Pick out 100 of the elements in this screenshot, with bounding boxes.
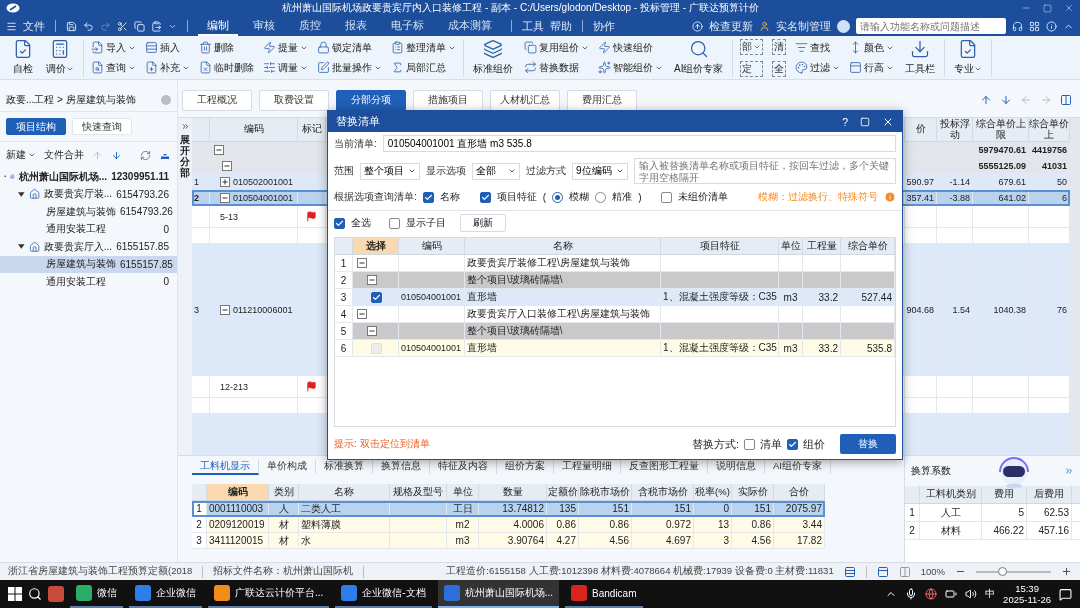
column-header: 标记	[298, 118, 326, 141]
table-cell: 010502001001	[233, 176, 294, 187]
table-cell: 政要贵宾厅装修工程\房屋建筑与装饰	[467, 256, 630, 270]
tree-label: 通用安装工程	[46, 222, 107, 237]
table-cell: 整个项目\玻璃砖隔墙\	[467, 324, 563, 338]
table-cell: 010504001001	[401, 343, 462, 353]
table-cell: 3	[723, 535, 729, 546]
table-cell: 0001110003	[209, 503, 264, 514]
table-cell: 12-213	[220, 381, 249, 392]
column-header: 单位	[779, 238, 803, 254]
field-label: 显示选项	[426, 164, 466, 178]
tree-value: 6155157.85	[120, 258, 173, 270]
column-header: 规格及型号	[390, 484, 447, 500]
tree-label: 房屋建筑与装饰	[46, 204, 116, 219]
table-cell: 457.16	[1038, 525, 1069, 536]
column-header: 名称	[465, 238, 661, 254]
table-cell: 151	[674, 503, 691, 514]
table-cell: 41031	[1041, 160, 1067, 171]
dialog-title: 替换清单	[336, 114, 381, 129]
table-cell: 5	[1018, 507, 1024, 518]
table-cell: 材	[278, 533, 289, 548]
column-header: 投标浮动	[937, 118, 973, 141]
row-number: 2	[194, 192, 199, 203]
field-label: 当前清单:	[334, 136, 377, 151]
table-cell: 50	[1057, 176, 1067, 187]
status-text: 工程造价:6155158 人工费:1012398 材料费:4078664 机械费:17939 设备费:0 主材费:11831	[446, 565, 834, 578]
breadcrumb: 政要...工程 > 房屋建筑与装饰	[6, 92, 136, 107]
table-cell: m3	[783, 342, 798, 354]
tree-label: 通用安装工程	[46, 274, 107, 289]
column-header: 除税市场价	[579, 484, 632, 500]
table-cell: 1.54	[952, 304, 970, 315]
table-cell: 151	[754, 503, 771, 514]
row-number: 2	[196, 519, 202, 530]
table-cell: 33.2	[818, 291, 838, 303]
column-header: 工料机类别	[920, 486, 982, 503]
row-number: 1	[194, 176, 199, 187]
column-header: 编码	[399, 238, 465, 254]
table-cell: 0	[723, 503, 729, 514]
table-cell: 4.0006	[513, 519, 544, 530]
table-cell: 33.2	[818, 342, 838, 354]
status-text: 浙江省房屋建筑与装饰工程预算定额(2018	[8, 565, 193, 578]
row-number: 1	[340, 257, 347, 269]
checkbox-label: 未组价清单	[678, 190, 729, 204]
table-cell: m2	[455, 519, 470, 530]
row-number: 5	[340, 325, 347, 337]
checkbox-label: 全选	[351, 216, 371, 230]
table-cell: 5979470.61	[978, 144, 1026, 155]
table-cell: 4.697	[665, 535, 691, 546]
tree-value: 6154793.26	[116, 188, 169, 200]
tree-label: 房屋建筑与装饰	[46, 257, 116, 272]
tree-label: 政要贵宾厅入...	[43, 239, 113, 254]
table-cell: 3.90764	[507, 535, 544, 546]
column-header: 项目特征	[661, 238, 779, 254]
column-header: 名称	[299, 484, 390, 500]
table-cell: 6	[1062, 192, 1067, 203]
table-cell: 3.44	[802, 519, 822, 530]
column-header: 后费用	[1027, 486, 1072, 503]
tree-label: 杭州萧山国际机场...	[18, 169, 108, 184]
table-cell: 135	[559, 503, 576, 514]
table-cell: 151	[612, 503, 629, 514]
column-header: 单位	[447, 484, 479, 500]
table-cell: 0.86	[751, 519, 771, 530]
table-cell: 2075.97	[785, 503, 822, 514]
table-cell: 0.86	[609, 519, 629, 530]
bracket: )	[638, 191, 642, 203]
zoom-label: 100%	[920, 566, 945, 577]
column-header: 综合单价	[841, 238, 895, 254]
tip-text: 提示: 双击定位到清单	[334, 437, 431, 451]
table-cell: 010504001001	[401, 292, 462, 302]
column-header: 定额价	[547, 484, 579, 500]
tree-value: 6154793.26	[120, 206, 173, 218]
window-title: 杭州萧山国际机场政要贵宾厅内入口装修工程 - 副本 - C:/Users/glodon/Desktop - 投标管理 - 广联达预算计价	[281, 1, 760, 15]
tree-value: 0	[163, 276, 169, 288]
table-cell: 4.56	[609, 535, 629, 546]
table-cell: 0209120019	[209, 519, 265, 530]
table-cell: 590.97	[906, 176, 934, 187]
column-header: 价	[905, 118, 937, 141]
table-cell: 二类人工	[301, 501, 341, 516]
radio-label: 精准	[612, 190, 633, 204]
checkbox-label: 显示子目	[406, 216, 446, 230]
table-cell: 政要贵宾厅入口装修工程\房屋建筑与装饰	[467, 307, 650, 321]
field-label: 过滤方式	[526, 164, 566, 178]
column-header: 合价	[774, 484, 825, 500]
table-cell: 材	[278, 517, 289, 532]
table-cell: 010504001001	[233, 192, 294, 203]
column-header: 数量	[479, 484, 547, 500]
field-label: 替换方式:	[691, 436, 739, 452]
side-label: 展开分部	[180, 134, 190, 178]
column-header: 工程量	[803, 238, 841, 254]
panel-title: 换算系数	[911, 464, 951, 478]
tree-value: 0	[163, 223, 169, 235]
status-text: 招标文件名称：杭州萧山国际机	[213, 565, 354, 578]
table-cell: 工日	[452, 501, 473, 516]
table-cell: -1.14	[949, 176, 970, 187]
table-cell: 1、混凝土强度等级：C35	[663, 341, 777, 355]
table-cell: 塑料薄膜	[301, 517, 341, 532]
hint-text: 模糊：过滤换行、特殊符号	[758, 190, 878, 204]
table-cell: 904.68	[906, 304, 934, 315]
row-number: 1	[909, 507, 915, 518]
table-cell: 0.972	[665, 519, 691, 530]
